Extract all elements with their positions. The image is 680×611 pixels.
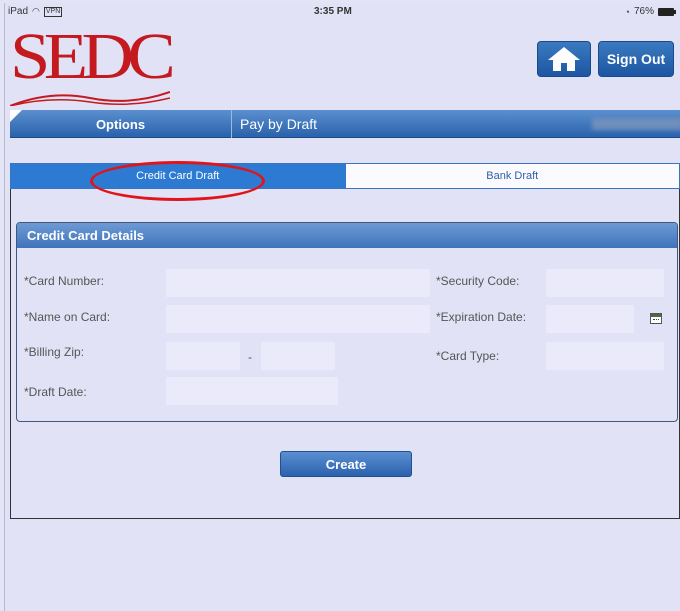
- expiration-date-label: *Expiration Date:: [436, 310, 527, 324]
- card-number-field[interactable]: [166, 269, 430, 297]
- card-type-label: *Card Type:: [436, 349, 500, 363]
- status-bar: iPad ◠ VPN 3:35 PM ◔ 76%: [4, 3, 680, 21]
- page-title: Pay by Draft: [240, 116, 318, 132]
- zip-separator: -: [248, 350, 252, 364]
- options-button[interactable]: Options: [10, 110, 232, 138]
- logo-text: SEDC: [10, 20, 176, 93]
- expiration-date-field[interactable]: [546, 305, 634, 333]
- battery-percent: 76%: [633, 6, 654, 17]
- wifi-icon: ◠: [32, 6, 40, 16]
- tab-bank-draft[interactable]: Bank Draft: [344, 164, 679, 188]
- name-on-card-label: *Name on Card:: [24, 310, 111, 324]
- battery-icon: [658, 7, 676, 16]
- billing-zip-field[interactable]: [166, 342, 240, 370]
- home-icon: [548, 47, 580, 71]
- create-button[interactable]: Create: [280, 451, 412, 477]
- card-number-label: *Card Number:: [24, 274, 105, 288]
- nav-bar: Options Pay by Draft: [10, 110, 680, 138]
- logo-arcs: [10, 91, 170, 106]
- card-type-select[interactable]: [546, 342, 664, 370]
- name-on-card-field[interactable]: [166, 305, 430, 333]
- billing-zip-extension-field[interactable]: [261, 342, 335, 370]
- security-code-label: *Security Code:: [436, 274, 520, 288]
- status-time: 3:35 PM: [314, 6, 352, 17]
- security-code-field[interactable]: [546, 269, 664, 297]
- vpn-icon: VPN: [43, 6, 63, 17]
- sign-out-button[interactable]: Sign Out: [598, 41, 674, 77]
- redacted-text: [592, 118, 680, 130]
- home-button[interactable]: [537, 41, 591, 77]
- alarm-icon: ◔: [624, 6, 630, 17]
- nav-corner: [10, 110, 22, 122]
- billing-zip-label: *Billing Zip:: [24, 345, 85, 359]
- draft-date-label: *Draft Date:: [24, 385, 87, 399]
- draft-date-field[interactable]: [166, 377, 338, 405]
- device-name: iPad: [8, 6, 29, 17]
- sedc-logo: SEDC: [10, 20, 176, 106]
- details-header: Credit Card Details: [17, 223, 677, 248]
- calendar-icon[interactable]: [650, 313, 662, 324]
